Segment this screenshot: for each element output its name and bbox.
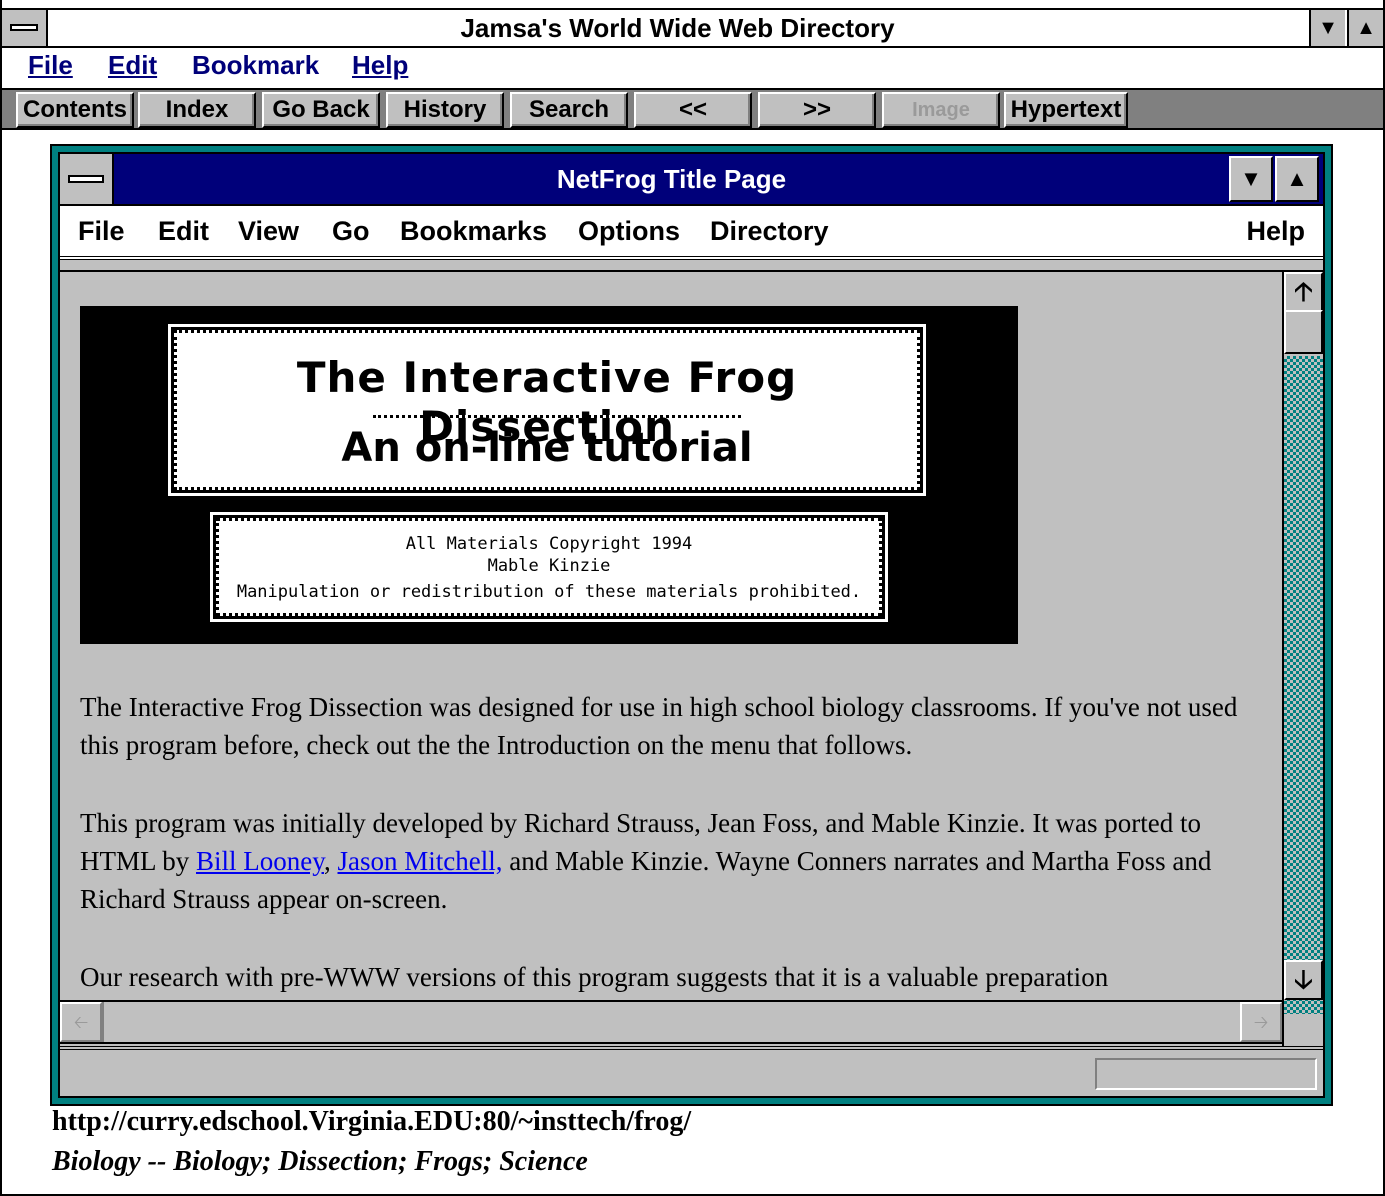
scroll-right-icon[interactable]: 🡢 [1240, 1002, 1282, 1042]
minimize-icon[interactable]: ▼ [1229, 156, 1273, 202]
scroll-track[interactable] [1284, 356, 1323, 1014]
intro-paragraph: The Interactive Frog Dissection was desi… [80, 692, 1238, 760]
inner-system-menu-button[interactable] [60, 154, 114, 204]
outer-title-bar: Jamsa's World Wide Web Directory ▼ ▲ [2, 8, 1383, 48]
menu-file[interactable]: File [78, 216, 125, 247]
menu-view[interactable]: View [238, 216, 299, 247]
outer-window-title: Jamsa's World Wide Web Directory [460, 13, 895, 43]
menu-edit[interactable]: Edit [108, 50, 157, 81]
copyright-line: Mable Kinzie [487, 556, 611, 576]
hypertext-button[interactable]: Hypertext [1004, 92, 1128, 128]
banner-title-box: The Interactive Frog Dissection An on-li… [168, 324, 926, 496]
progress-box [1095, 1058, 1317, 1090]
inner-window-title: NetFrog Title Page [556, 164, 787, 194]
banner-image: The Interactive Frog Dissection An on-li… [80, 306, 1018, 644]
jason-mitchell-link[interactable]: Jason Mitchell, [338, 846, 503, 876]
bill-looney-link[interactable]: Bill Looney [196, 846, 324, 876]
maximize-icon[interactable]: ▲ [1347, 10, 1383, 46]
copyright-box: All Materials Copyright 1994 Mable Kinzi… [210, 512, 888, 622]
menu-edit[interactable]: Edit [158, 216, 209, 247]
status-bar [60, 1046, 1323, 1096]
inner-title-bar: NetFrog Title Page ▼ ▲ [60, 154, 1323, 206]
previous-button[interactable]: << [634, 92, 752, 128]
menu-file[interactable]: File [28, 50, 73, 81]
search-button[interactable]: Search [510, 92, 628, 128]
outer-system-menu-button[interactable] [2, 10, 48, 46]
next-button[interactable]: >> [758, 92, 876, 128]
copyright-line: All Materials Copyright 1994 [405, 534, 693, 554]
menu-go[interactable]: Go [332, 216, 370, 247]
inner-window: NetFrog Title Page ▼ ▲ File Edit View Go… [58, 152, 1325, 1098]
maximize-icon[interactable]: ▲ [1275, 156, 1319, 202]
index-button[interactable]: Index [138, 92, 256, 128]
research-paragraph: Our research with pre-WWW versions of th… [80, 962, 1109, 992]
menu-options[interactable]: Options [578, 216, 680, 247]
scroll-down-icon[interactable]: 🡣 [1284, 960, 1323, 1000]
go-back-button[interactable]: Go Back [262, 92, 380, 128]
menu-directory[interactable]: Directory [710, 216, 829, 247]
copyright-line: Manipulation or redistribution of these … [236, 582, 862, 602]
contents-button[interactable]: Contents [16, 92, 134, 128]
menu-help[interactable]: Help [352, 50, 408, 81]
scroll-thumb[interactable] [1284, 310, 1323, 354]
inner-menu-bar: File Edit View Go Bookmarks Options Dire… [60, 206, 1323, 260]
toolbar: Contents Index Go Back History Search <<… [2, 88, 1383, 130]
page-content: The Interactive Frog Dissection An on-li… [60, 270, 1282, 1000]
entry-categories: Biology -- Biology; Dissection; Frogs; S… [52, 1146, 588, 1177]
history-button[interactable]: History [386, 92, 504, 128]
scrollbar-divider [102, 1002, 104, 1042]
horizontal-scrollbar[interactable]: 🡠 🡢 [60, 1000, 1282, 1044]
credits-separator: , [324, 846, 338, 876]
entry-url[interactable]: http://curry.edschool.Virginia.EDU:80/~i… [52, 1106, 691, 1138]
menu-help[interactable]: Help [1246, 216, 1305, 247]
scroll-left-icon[interactable]: 🡠 [60, 1002, 102, 1042]
menu-bookmarks[interactable]: Bookmarks [400, 216, 547, 247]
menu-bookmark[interactable]: Bookmark [192, 50, 319, 81]
vertical-scrollbar[interactable]: 🡡 🡣 [1282, 270, 1323, 1050]
outer-menu-bar: File Edit Bookmark Help [2, 48, 1383, 88]
minimize-icon[interactable]: ▼ [1309, 10, 1345, 46]
banner-divider [373, 415, 741, 418]
image-button[interactable]: Image [882, 92, 1000, 128]
banner-subtitle: An on-line tutorial [341, 425, 753, 471]
credits-paragraph: This program was initially developed by … [80, 804, 1270, 918]
scroll-up-icon[interactable]: 🡡 [1284, 272, 1323, 312]
